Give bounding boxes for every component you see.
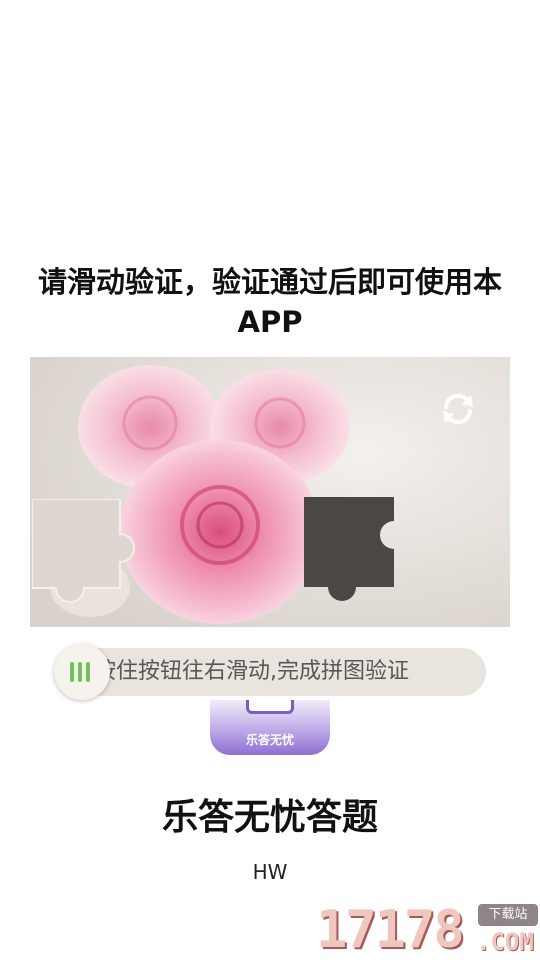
watermark-logo: 17178 下载站 .COM xyxy=(314,900,540,960)
slider-handle[interactable] xyxy=(54,644,110,700)
app-name: 乐答无忧答题 xyxy=(161,797,378,838)
three-bars-icon xyxy=(78,662,82,682)
refresh-icon[interactable] xyxy=(438,389,478,429)
watermark-suffix: .COM xyxy=(476,928,534,956)
slider-track[interactable]: 按住按钮往右滑动,完成拼图验证 xyxy=(54,644,486,700)
verification-title: 请滑动验证，验证通过后即可使用本APP xyxy=(37,265,502,339)
puzzle-piece[interactable] xyxy=(32,499,142,619)
three-bars-icon xyxy=(70,662,74,682)
puzzle-image xyxy=(30,357,510,627)
app-logo: 乐答无忧 xyxy=(210,700,330,755)
puzzle-hole xyxy=(304,497,394,601)
verification-page: 请滑动验证，验证通过后即可使用本APP 按住按钮往右滑动,完成拼图验证 乐答无忧… xyxy=(0,0,540,960)
watermark-badge: 下载站 xyxy=(478,904,538,926)
slider-hint: 按住按钮往右滑动,完成拼图验证 xyxy=(94,659,409,684)
watermark-digits: 17178 xyxy=(316,900,465,960)
app-developer: HW xyxy=(252,860,288,884)
logo-shape xyxy=(246,700,294,714)
app-logo-text: 乐答无忧 xyxy=(245,733,294,747)
three-bars-icon xyxy=(86,662,90,682)
